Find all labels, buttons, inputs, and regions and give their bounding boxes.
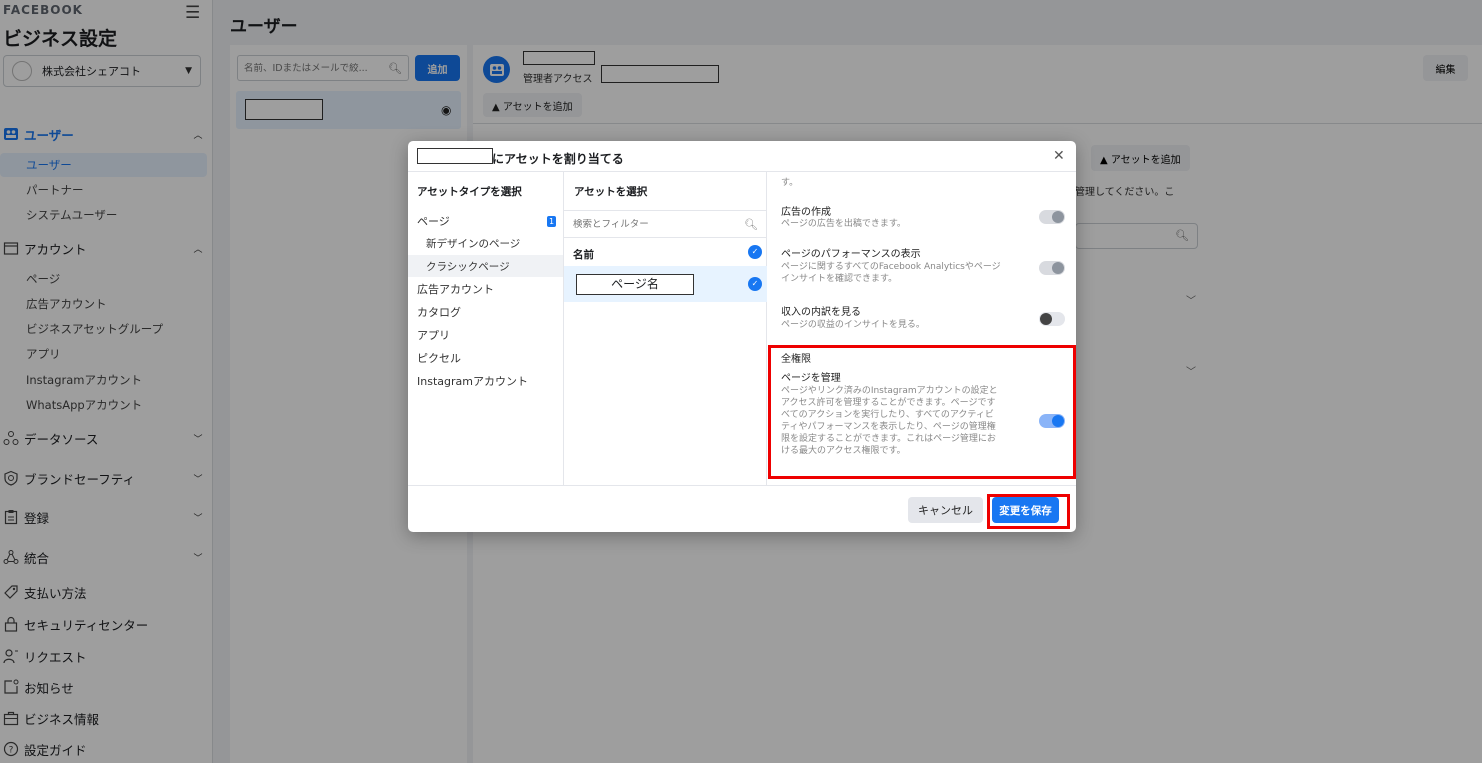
selection-count-badge: 1 <box>547 216 556 227</box>
asset-select-header: アセットを選択 <box>574 186 648 198</box>
revenue-desc: ページの収益のインサイトを見る。 <box>781 320 925 330</box>
asset-type-new-pages[interactable]: 新デザインのページ <box>408 232 563 254</box>
asset-search-input[interactable] <box>573 218 745 230</box>
create-ads-title: 広告の作成 <box>781 207 831 218</box>
select-all-check-icon[interactable]: ✓ <box>748 245 762 259</box>
create-ads-toggle[interactable] <box>1039 210 1065 224</box>
revenue-title: 収入の内訳を見る <box>781 307 861 318</box>
performance-desc-1: ページに関するすべてのFacebook Analyticsやページ <box>781 262 1001 272</box>
asset-type-instagram[interactable]: Instagramアカウント <box>408 370 563 392</box>
asset-type-apps[interactable]: アプリ <box>408 324 563 346</box>
asset-type-pixels[interactable]: ピクセル <box>408 347 563 369</box>
asset-type-column: アセットタイプを選択 ページ 1 新デザインのページ クラシックページ 広告アカ… <box>408 172 564 485</box>
asset-select-column: アセットを選択 🔍︎ 名前 ✓ ページ名 ✓ <box>564 172 767 485</box>
performance-toggle[interactable] <box>1039 261 1065 275</box>
redacted-user-name <box>417 148 493 164</box>
create-ads-desc: ページの広告を出稿できます。 <box>781 219 906 229</box>
highlight-manage-page <box>768 345 1076 479</box>
asset-type-classic-pages[interactable]: クラシックページ <box>408 255 563 277</box>
asset-type-pages[interactable]: ページ 1 <box>408 210 563 232</box>
name-column-header: 名前 <box>573 249 594 261</box>
cancel-button[interactable]: キャンセル <box>908 497 983 523</box>
highlight-save-button <box>987 494 1070 529</box>
asset-row[interactable]: ページ名 ✓ <box>564 266 767 302</box>
modal-title: にアセットを割り当てる <box>492 152 624 166</box>
permission-lead-text: す。 <box>781 178 799 188</box>
revenue-toggle[interactable] <box>1039 312 1065 326</box>
asset-type-header: アセットタイプを選択 <box>417 186 522 198</box>
close-icon[interactable]: ✕ <box>1053 148 1065 164</box>
asset-type-ad-accounts[interactable]: 広告アカウント <box>408 278 563 300</box>
asset-search[interactable]: 🔍︎ <box>564 210 767 238</box>
divider <box>408 485 1076 486</box>
asset-type-catalogs[interactable]: カタログ <box>408 301 563 323</box>
performance-desc-2: インサイトを確認できます。 <box>781 274 898 284</box>
asset-check-icon[interactable]: ✓ <box>748 277 762 291</box>
search-icon: 🔍︎ <box>744 217 758 231</box>
asset-name: ページ名 <box>576 274 694 295</box>
performance-title: ページのパフォーマンスの表示 <box>781 249 921 260</box>
